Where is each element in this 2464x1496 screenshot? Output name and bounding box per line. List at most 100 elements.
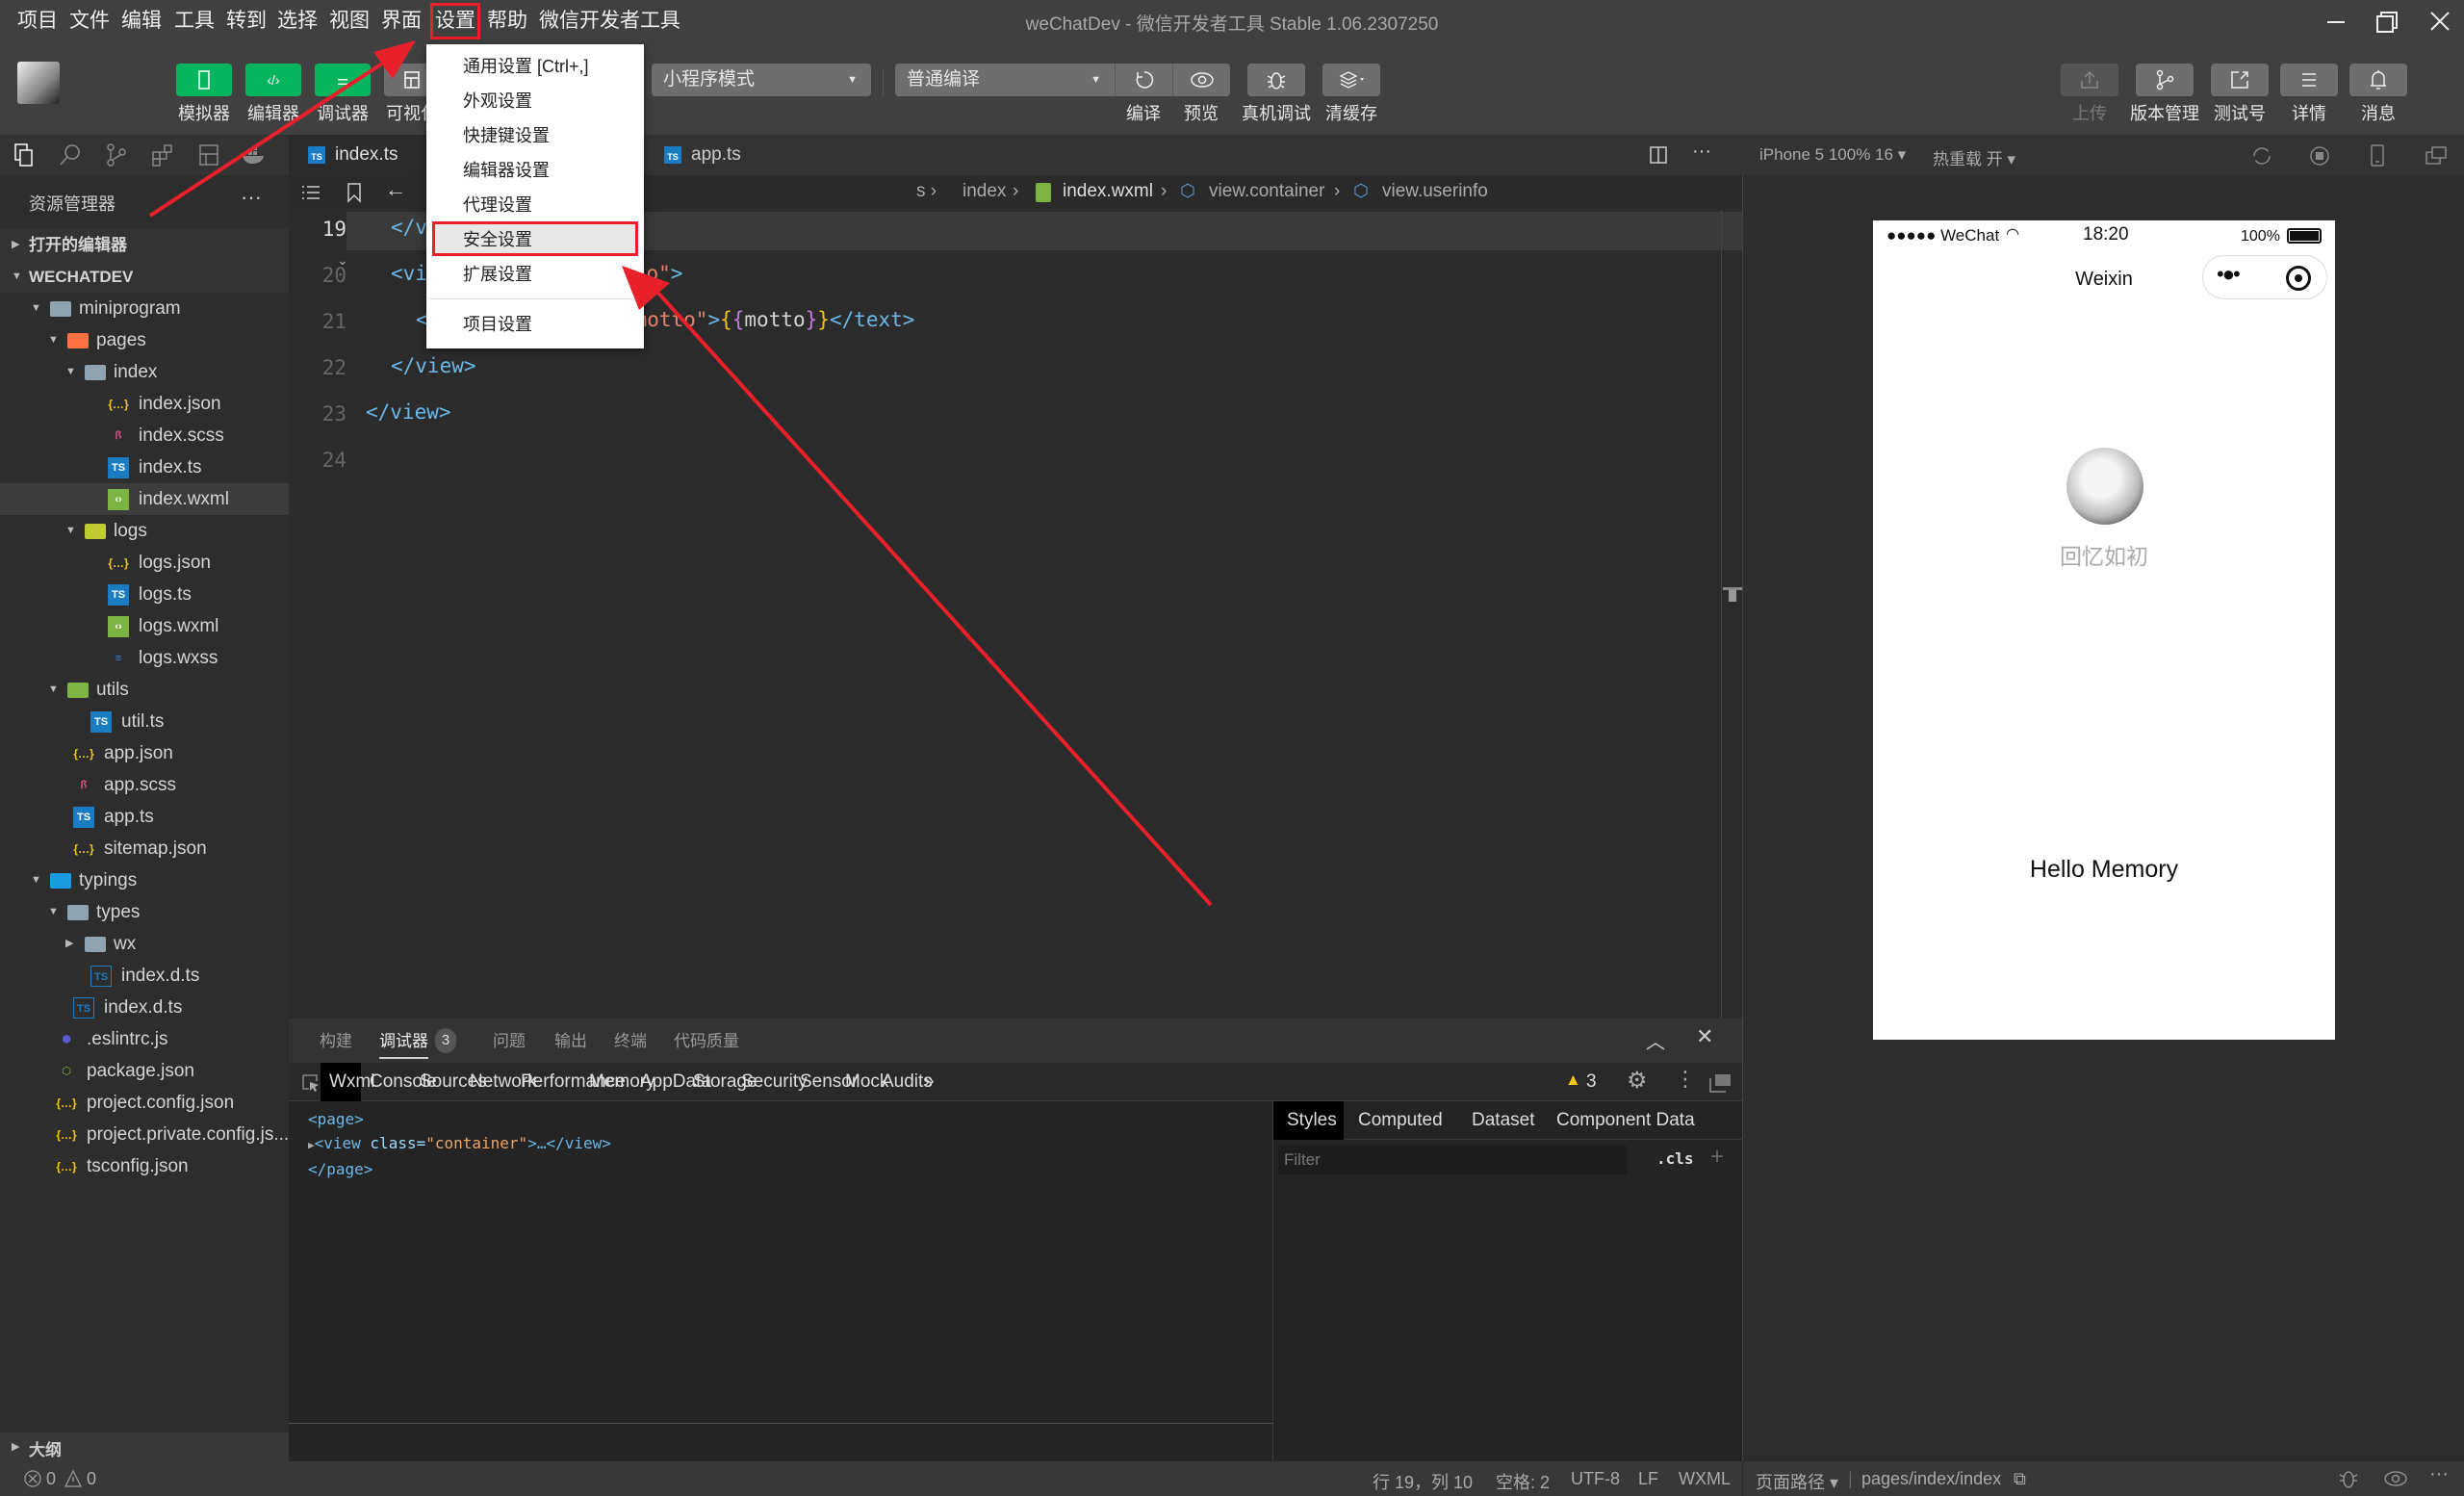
file-item[interactable]: ⬡ package.json: [0, 1055, 289, 1087]
scrollbar-track[interactable]: [1721, 210, 1722, 1019]
list-icon[interactable]: [300, 183, 321, 202]
compile-button[interactable]: [1115, 64, 1172, 96]
tab-terminal[interactable]: 终端: [614, 1030, 647, 1053]
project-section[interactable]: ▼ WECHATDEV: [0, 261, 289, 293]
component-data-tab[interactable]: Component Data: [1556, 1109, 1695, 1132]
breadcrumb-pages[interactable]: s ›: [916, 181, 937, 202]
back-arrow-icon[interactable]: ←: [385, 177, 406, 202]
file-item[interactable]: ꟗ index.scss: [0, 420, 289, 451]
expand-triangle-icon[interactable]: ▶: [308, 1139, 315, 1151]
bug-icon[interactable]: [2337, 1467, 2360, 1490]
folder-item[interactable]: ▼ logs: [0, 515, 289, 547]
close-window-button[interactable]: [2422, 8, 2460, 37]
device-icon[interactable]: [2366, 142, 2389, 169]
extensions-icon[interactable]: [150, 142, 175, 168]
source-control-icon[interactable]: [104, 142, 129, 168]
stop-icon[interactable]: [2308, 144, 2331, 168]
simulator-toggle-button[interactable]: [176, 64, 232, 96]
chevron-right-icon[interactable]: ▶: [65, 928, 73, 960]
chevron-down-icon[interactable]: ▼: [65, 515, 76, 547]
menu-editor-settings[interactable]: 编辑器设置: [463, 158, 550, 183]
file-item[interactable]: {…} sitemap.json: [0, 833, 289, 864]
breadcrumb-view-userinfo[interactable]: view.userinfo: [1382, 181, 1488, 202]
search-icon[interactable]: [58, 142, 83, 168]
compile-select[interactable]: 普通编译 ▼: [895, 64, 1115, 96]
encoding[interactable]: UTF-8: [1571, 1469, 1620, 1489]
devtab-security[interactable]: Security: [741, 1070, 808, 1094]
remote-debug-button[interactable]: [1247, 64, 1305, 96]
bookmark-icon[interactable]: [345, 181, 364, 204]
messages-button[interactable]: [2349, 64, 2407, 96]
error-count[interactable]: 0: [46, 1469, 56, 1489]
debugger-toggle-button[interactable]: ⚌: [315, 64, 371, 96]
kebab-menu-icon[interactable]: ⋮: [1675, 1067, 1696, 1092]
test-account-button[interactable]: [2211, 64, 2269, 96]
folder-item[interactable]: ▼ types: [0, 896, 289, 928]
styles-filter-input[interactable]: Filter: [1278, 1146, 1627, 1174]
menu-shortcut-settings[interactable]: 快捷键设置: [463, 123, 550, 148]
fold-chevron-icon[interactable]: ⌄: [337, 252, 348, 269]
page-path-select[interactable]: 页面路径 ▾: [1756, 1469, 1838, 1494]
menu-project-settings[interactable]: 项目设置: [463, 312, 532, 337]
more-icon[interactable]: ···: [2429, 1463, 2449, 1485]
chevron-down-icon[interactable]: ▼: [31, 864, 41, 896]
file-item[interactable]: {…} project.private.config.js...: [0, 1119, 289, 1150]
chevron-down-icon[interactable]: ▼: [48, 674, 59, 706]
folder-item[interactable]: ▶ wx: [0, 928, 289, 960]
version-control-button[interactable]: [2136, 64, 2194, 96]
menu-general-settings[interactable]: 通用设置 [Ctrl+,]: [463, 54, 589, 79]
file-item[interactable]: {…} tsconfig.json: [0, 1150, 289, 1182]
folder-item[interactable]: ▼ typings: [0, 864, 289, 896]
file-item[interactable]: ‹› index.wxml: [0, 483, 289, 515]
hot-reload-select[interactable]: 热重载 开 ▾: [1933, 145, 2015, 169]
tab-debugger[interactable]: 调试器: [379, 1030, 428, 1059]
upload-button[interactable]: [2061, 64, 2118, 96]
breadcrumb-view-container[interactable]: view.container: [1209, 181, 1324, 202]
wxml-node-page-open[interactable]: <page>: [308, 1107, 611, 1131]
breadcrumb-file[interactable]: index.wxml: [1063, 181, 1153, 202]
explorer-icon[interactable]: [12, 142, 37, 168]
eye-icon[interactable]: [2383, 1467, 2408, 1490]
tab-code-quality[interactable]: 代码质量: [674, 1030, 739, 1053]
file-item[interactable]: {…} index.json: [0, 388, 289, 420]
folder-item[interactable]: ▼ index: [0, 356, 289, 388]
device-select[interactable]: iPhone 5 100% 16 ▾: [1759, 145, 1906, 165]
styles-tab[interactable]: Styles: [1287, 1109, 1337, 1132]
close-miniprogram-button[interactable]: [2286, 266, 2311, 291]
menu-security-settings[interactable]: 安全设置: [463, 227, 532, 252]
wxml-node-page-close[interactable]: </page>: [308, 1157, 611, 1181]
file-item[interactable]: ≡ logs.wxss: [0, 642, 289, 674]
user-avatar[interactable]: [2066, 448, 2143, 525]
restore-button[interactable]: [2368, 8, 2406, 37]
menu-appearance-settings[interactable]: 外观设置: [463, 89, 532, 114]
mode-select[interactable]: 小程序模式 ▼: [652, 64, 871, 96]
computed-tab[interactable]: Computed: [1358, 1109, 1443, 1132]
editor-toggle-button[interactable]: ‹/›: [245, 64, 301, 96]
wxml-node-view[interactable]: ▶<view class="container">…</view>: [308, 1131, 611, 1157]
file-item[interactable]: ⬢ .eslintrc.js: [0, 1023, 289, 1055]
file-item[interactable]: {…} logs.json: [0, 547, 289, 579]
tab-output[interactable]: 输出: [554, 1030, 587, 1053]
chevron-down-icon[interactable]: ▼: [48, 896, 59, 928]
details-button[interactable]: [2280, 64, 2338, 96]
more-actions-icon[interactable]: ···: [1692, 141, 1711, 163]
tab-index-ts[interactable]: TS index.ts: [289, 135, 443, 175]
chevron-down-icon[interactable]: ▼: [31, 293, 41, 324]
tab-build[interactable]: 构建: [320, 1030, 352, 1053]
minimize-button[interactable]: [2316, 8, 2354, 37]
warning-count[interactable]: 3: [1586, 1070, 1597, 1094]
menu-extension-settings[interactable]: 扩展设置: [463, 262, 532, 287]
folder-item[interactable]: ▼ miniprogram: [0, 293, 289, 324]
file-item[interactable]: TS index.d.ts: [0, 960, 289, 992]
more-tabs-button[interactable]: »: [924, 1070, 935, 1094]
end-of-line[interactable]: LF: [1638, 1469, 1658, 1489]
folder-item[interactable]: ▼ utils: [0, 674, 289, 706]
docker-icon[interactable]: [241, 142, 270, 168]
tab-problems[interactable]: 问题: [493, 1030, 526, 1053]
file-item[interactable]: ‹› logs.wxml: [0, 610, 289, 642]
more-dots-button[interactable]: •●•: [2217, 262, 2241, 287]
close-panel-icon[interactable]: ✕: [1696, 1024, 1713, 1049]
language-mode[interactable]: WXML: [1679, 1469, 1731, 1489]
refresh-icon[interactable]: [2250, 144, 2273, 168]
file-item[interactable]: TS logs.ts: [0, 579, 289, 610]
